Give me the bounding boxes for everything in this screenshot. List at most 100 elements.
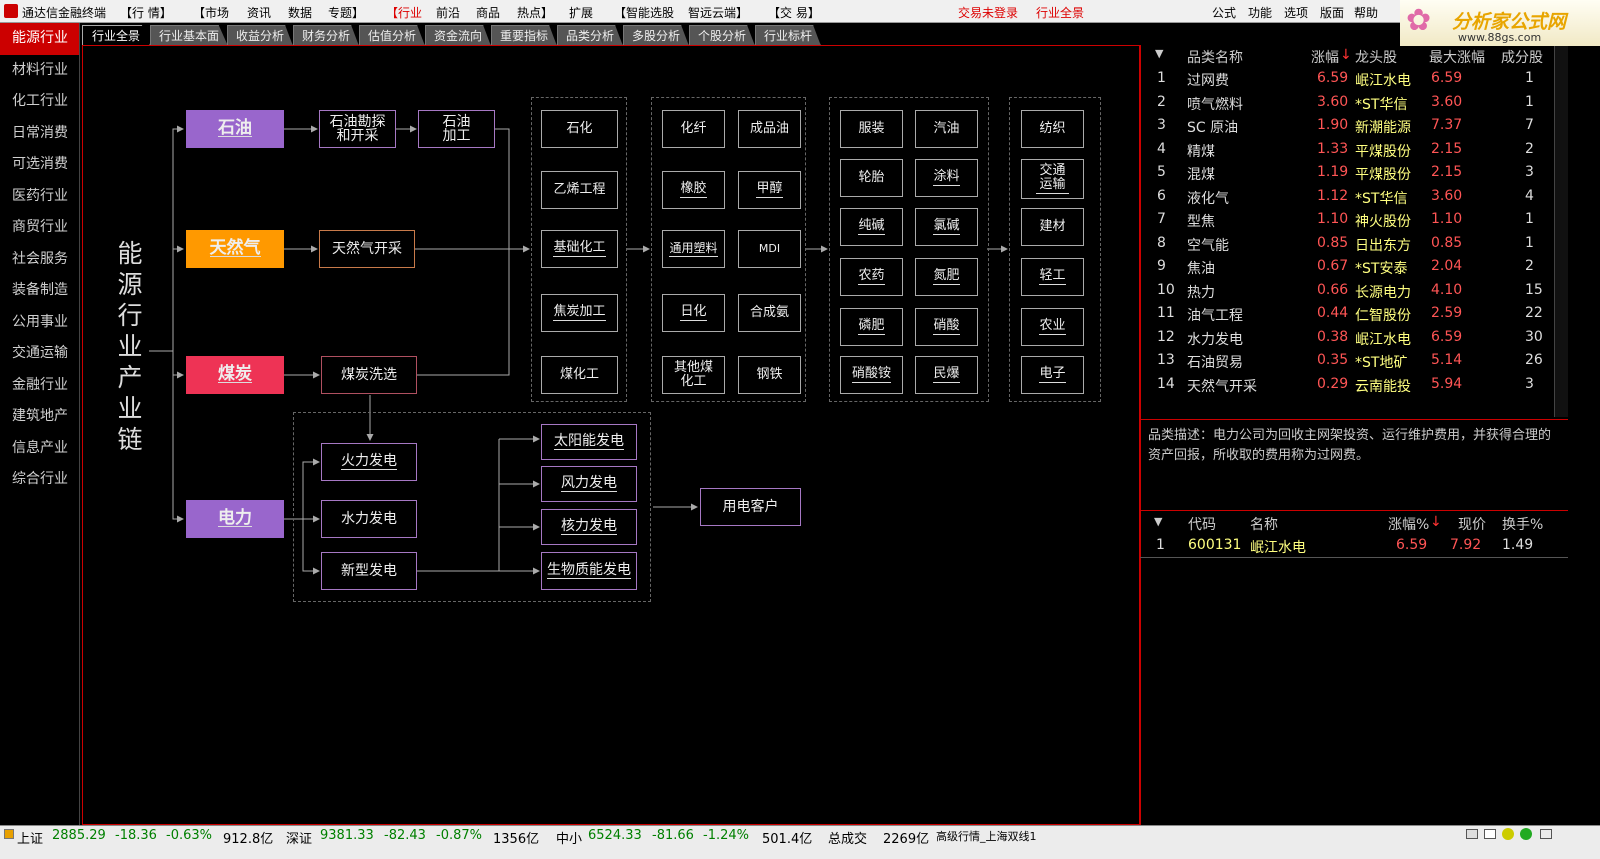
col-components[interactable]: 成分股 bbox=[1501, 47, 1543, 67]
menu-extend[interactable]: 扩展 bbox=[569, 4, 593, 21]
tab-valuation[interactable]: 估值分析 bbox=[359, 25, 425, 46]
node-power-customer[interactable]: 用电客户 bbox=[700, 488, 801, 526]
node-coal-chem[interactable]: 煤化工 bbox=[541, 356, 618, 394]
node-ammonia[interactable]: 合成氨 bbox=[738, 294, 801, 332]
col-pct-change[interactable]: 涨幅% bbox=[1388, 514, 1429, 534]
sidebar-item-equipment[interactable]: 装备制造 bbox=[0, 275, 79, 307]
ranking-row[interactable]: 6 液化气 1.12 *ST华信 3.60 4 bbox=[1141, 185, 1569, 209]
sidebar-item-chemicals[interactable]: 化工行业 bbox=[0, 86, 79, 118]
node-electronics[interactable]: 电子 bbox=[1021, 356, 1084, 394]
info-icon[interactable] bbox=[1502, 828, 1514, 840]
node-clothing[interactable]: 服装 bbox=[840, 110, 903, 148]
ranking-row[interactable]: 12 水力发电 0.38 岷江水电 6.59 30 bbox=[1141, 326, 1569, 350]
menu-goods[interactable]: 商品 bbox=[476, 4, 500, 21]
ranking-row[interactable]: 9 焦油 0.67 *ST安泰 2.04 2 bbox=[1141, 255, 1569, 279]
sidebar-item-transport[interactable]: 交通运输 bbox=[0, 338, 79, 370]
category-power[interactable]: 电力 bbox=[186, 500, 284, 538]
node-ammonium-nitrate[interactable]: 硝酸铵 bbox=[840, 356, 903, 394]
tab-fundamentals[interactable]: 行业基本面 bbox=[150, 25, 228, 46]
sidebar-item-staples[interactable]: 日常消费 bbox=[0, 118, 79, 150]
node-plastics[interactable]: 通用塑料 bbox=[662, 230, 725, 268]
ranking-row[interactable]: 3 SC 原油 1.90 新潮能源 7.37 7 bbox=[1141, 114, 1569, 138]
sidebar-item-realestate[interactable]: 建筑地产 bbox=[0, 401, 79, 433]
trade-login-status[interactable]: 交易未登录 bbox=[958, 4, 1018, 21]
menu-smart-pick[interactable]: 【智能选股 bbox=[614, 4, 674, 21]
menu-trade[interactable]: 【交 易】 bbox=[768, 4, 820, 21]
menu-hot[interactable]: 热点】 bbox=[517, 4, 553, 21]
ranking-scrollbar[interactable] bbox=[1554, 45, 1568, 417]
category-coal[interactable]: 煤炭 bbox=[186, 356, 284, 394]
tab-key-indicators[interactable]: 重要指标 bbox=[491, 25, 557, 46]
tab-single-stock[interactable]: 个股分析 bbox=[689, 25, 755, 46]
sidebar-item-discretionary[interactable]: 可选消费 bbox=[0, 149, 79, 181]
category-gas[interactable]: 天然气 bbox=[186, 230, 284, 268]
window-icon[interactable] bbox=[1466, 829, 1478, 839]
node-agriculture[interactable]: 农业 bbox=[1021, 308, 1084, 346]
node-methanol[interactable]: 甲醇 bbox=[738, 171, 801, 209]
menu-formula[interactable]: 公式 bbox=[1212, 4, 1236, 21]
node-oil-exploration[interactable]: 石油勘探和开采 bbox=[319, 110, 396, 148]
menu-options[interactable]: 选项 bbox=[1284, 4, 1308, 21]
sidebar-item-materials[interactable]: 材料行业 bbox=[0, 55, 79, 87]
tab-benchmark[interactable]: 行业标杆 bbox=[755, 25, 821, 46]
node-wind-power[interactable]: 风力发电 bbox=[541, 466, 637, 502]
node-coke-processing[interactable]: 焦炭加工 bbox=[541, 294, 618, 332]
node-explosives[interactable]: 民爆 bbox=[915, 356, 978, 394]
sidebar-item-finance[interactable]: 金融行业 bbox=[0, 370, 79, 402]
sidebar-item-utilities[interactable]: 公用事业 bbox=[0, 307, 79, 339]
node-new-power[interactable]: 新型发电 bbox=[321, 552, 417, 590]
menu-data[interactable]: 数据 bbox=[288, 4, 312, 21]
sidebar-item-services[interactable]: 社会服务 bbox=[0, 244, 79, 276]
ranking-row[interactable]: 14 天然气开采 0.29 云南能投 5.94 3 bbox=[1141, 373, 1569, 397]
ranking-row[interactable]: 10 热力 0.66 长源电力 4.10 15 bbox=[1141, 279, 1569, 303]
zx-label[interactable]: 中小 bbox=[556, 828, 582, 847]
layout-icon[interactable] bbox=[1484, 829, 1496, 839]
menu-layout[interactable]: 版面 bbox=[1320, 4, 1344, 21]
col-price[interactable]: 现价 bbox=[1458, 514, 1486, 534]
node-chlor-alkali[interactable]: 氯碱 bbox=[915, 208, 978, 246]
col-category-name[interactable]: 品类名称 bbox=[1187, 47, 1243, 67]
ranking-row[interactable]: 7 型焦 1.10 神火股份 1.10 1 bbox=[1141, 208, 1569, 232]
ranking-row[interactable]: 13 石油贸易 0.35 *ST地矿 5.14 26 bbox=[1141, 349, 1569, 373]
tab-capital-flow[interactable]: 资金流向 bbox=[425, 25, 491, 46]
ranking-row[interactable]: 1 过网费 6.59 岷江水电 6.59 1 bbox=[1141, 67, 1569, 91]
node-light-industry[interactable]: 轻工 bbox=[1021, 258, 1084, 296]
node-textiles[interactable]: 纺织 bbox=[1021, 110, 1084, 148]
ranking-row[interactable]: 2 喷气燃料 3.60 *ST华信 3.60 1 bbox=[1141, 91, 1569, 115]
ranking-row[interactable]: 8 空气能 0.85 日出东方 0.85 1 bbox=[1141, 232, 1569, 256]
node-refined-oil[interactable]: 成品油 bbox=[738, 110, 801, 148]
node-nitrogen-fertilizer[interactable]: 氮肥 bbox=[915, 258, 978, 296]
sort-dropdown-icon[interactable]: ▼ bbox=[1155, 47, 1163, 60]
node-building-materials[interactable]: 建材 bbox=[1021, 208, 1084, 246]
menu-cloud[interactable]: 智远云端】 bbox=[688, 4, 748, 21]
node-basic-chem[interactable]: 基础化工 bbox=[541, 230, 618, 268]
node-petrochem[interactable]: 石化 bbox=[541, 110, 618, 148]
menu-news[interactable]: 资讯 bbox=[247, 4, 271, 21]
node-gas-extraction[interactable]: 天然气开采 bbox=[319, 230, 415, 268]
tab-multi-stock[interactable]: 多股分析 bbox=[623, 25, 689, 46]
category-oil[interactable]: 石油 bbox=[186, 110, 284, 148]
menu-frontier[interactable]: 前沿 bbox=[436, 4, 460, 21]
stock-sort-dropdown-icon[interactable]: ▼ bbox=[1154, 515, 1162, 528]
node-nitric-acid[interactable]: 硝酸 bbox=[915, 308, 978, 346]
menu-quote[interactable]: 【行 情】 bbox=[120, 4, 172, 21]
node-gasoline[interactable]: 汽油 bbox=[915, 110, 978, 148]
node-nuclear-power[interactable]: 核力发电 bbox=[541, 509, 637, 545]
node-coal-washing[interactable]: 煤炭洗选 bbox=[321, 356, 417, 394]
menu-help[interactable]: 帮助 bbox=[1354, 4, 1378, 21]
col-name[interactable]: 名称 bbox=[1250, 514, 1278, 534]
ranking-row[interactable]: 11 油气工程 0.44 仁智股份 2.59 22 bbox=[1141, 302, 1569, 326]
sidebar-item-conglomerate[interactable]: 综合行业 bbox=[0, 464, 79, 496]
settings-icon[interactable] bbox=[1540, 829, 1552, 839]
sidebar-item-pharma[interactable]: 医药行业 bbox=[0, 181, 79, 213]
menu-industry[interactable]: 【行业 bbox=[386, 4, 422, 21]
node-tires[interactable]: 轮胎 bbox=[840, 159, 903, 197]
tab-overview[interactable]: 行业全景 bbox=[82, 25, 150, 46]
node-ethylene[interactable]: 乙烯工程 bbox=[541, 171, 618, 209]
ranking-row[interactable]: 5 混煤 1.19 平煤股份 2.15 3 bbox=[1141, 161, 1569, 185]
sidebar-item-commerce[interactable]: 商贸行业 bbox=[0, 212, 79, 244]
stock-row[interactable]: 1 600131 岷江水电 6.59 7.92 1.49 bbox=[1140, 534, 1568, 558]
node-thermal-power[interactable]: 火力发电 bbox=[321, 443, 417, 481]
col-max-change[interactable]: 最大涨幅 bbox=[1429, 47, 1485, 67]
node-rubber[interactable]: 橡胶 bbox=[662, 171, 725, 209]
